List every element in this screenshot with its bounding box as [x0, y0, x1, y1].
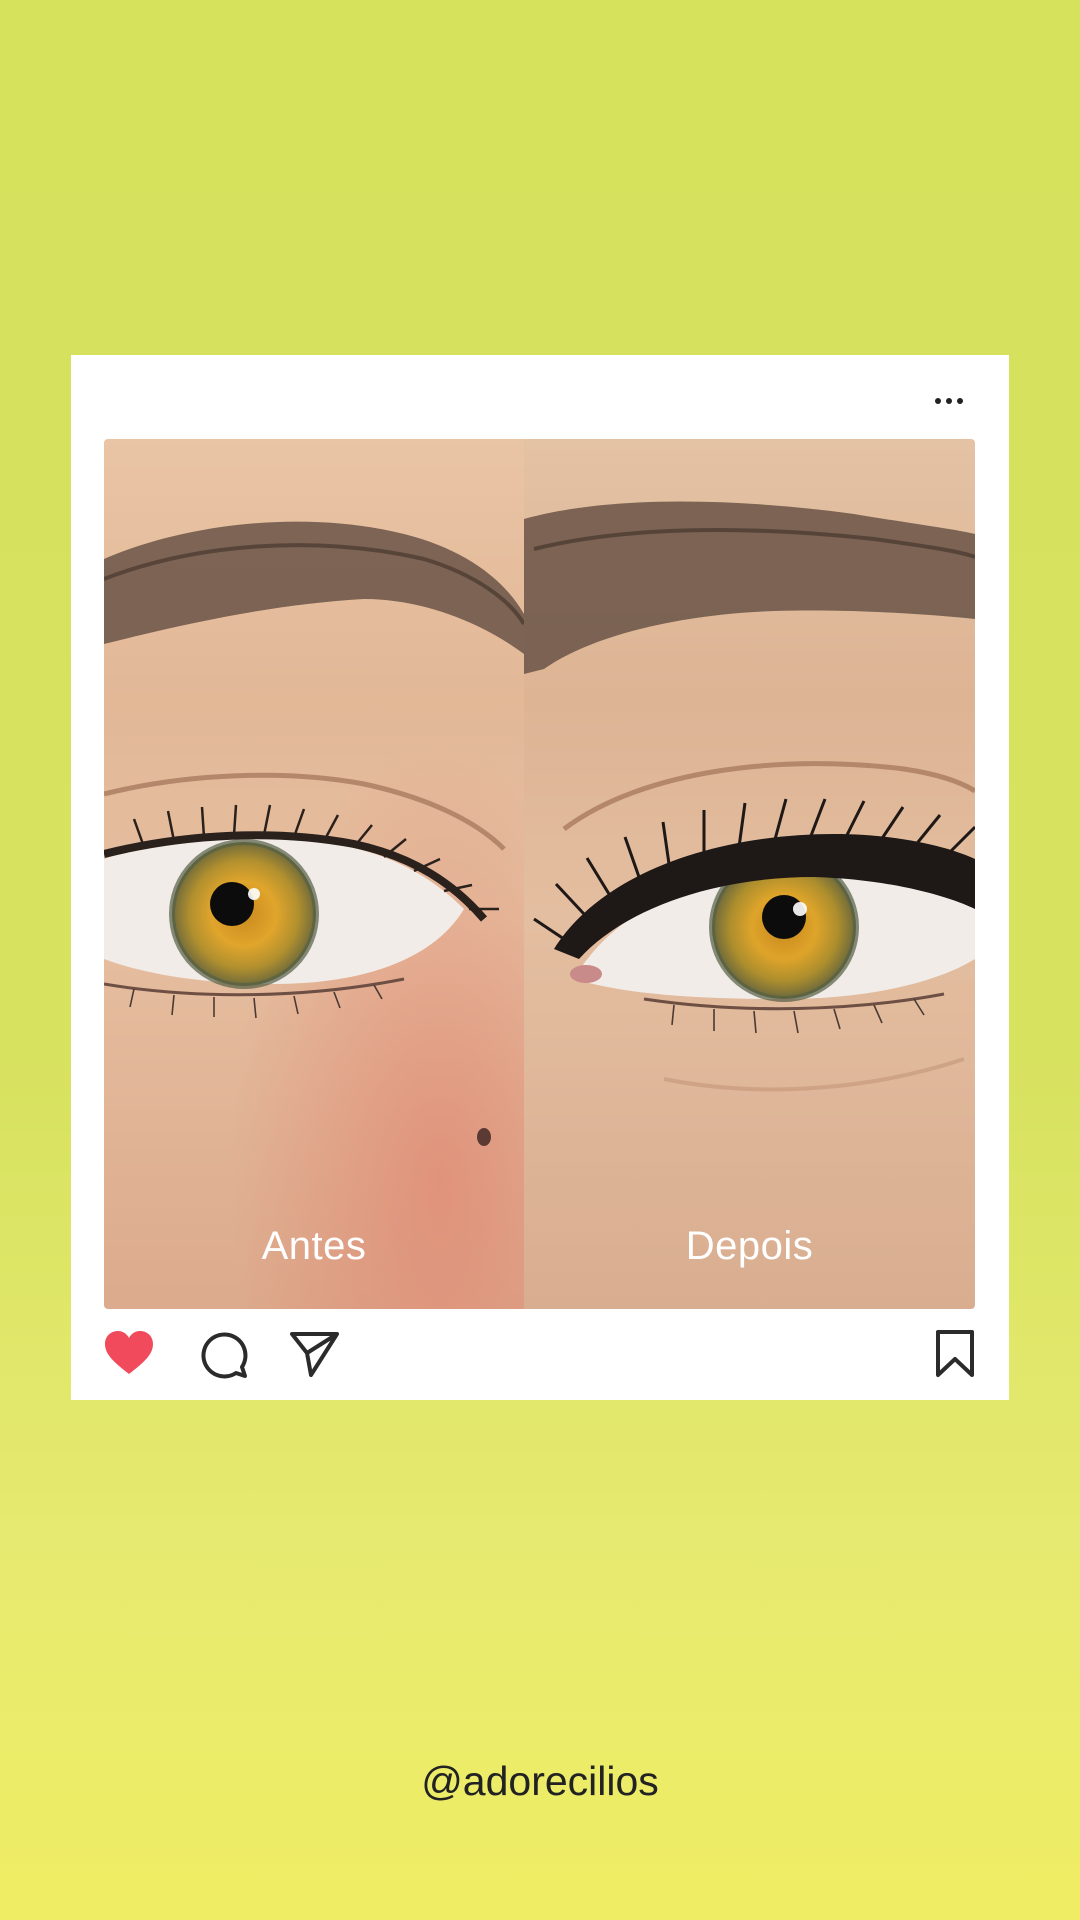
- account-handle: @adorecilios: [421, 1758, 659, 1804]
- before-eye-illustration: [104, 439, 524, 1309]
- after-photo-panel: Depois: [524, 439, 975, 1309]
- send-icon[interactable]: [289, 1329, 341, 1379]
- heart-icon[interactable]: [103, 1329, 155, 1377]
- post-actions-bar: [71, 1325, 1009, 1385]
- menu-dot: [957, 398, 963, 404]
- more-options-icon[interactable]: [927, 381, 971, 421]
- after-label: Depois: [685, 1224, 814, 1268]
- menu-dot: [935, 398, 941, 404]
- bookmark-icon[interactable]: [934, 1329, 976, 1379]
- comment-icon[interactable]: [198, 1329, 248, 1379]
- before-photo-panel: Antes: [104, 439, 524, 1309]
- post-card: Antes Depois: [71, 355, 1009, 1400]
- menu-dot: [946, 398, 952, 404]
- post-photo[interactable]: Antes Depois: [104, 439, 975, 1309]
- after-eye-illustration: [524, 501, 975, 1092]
- before-label: Antes: [261, 1224, 367, 1268]
